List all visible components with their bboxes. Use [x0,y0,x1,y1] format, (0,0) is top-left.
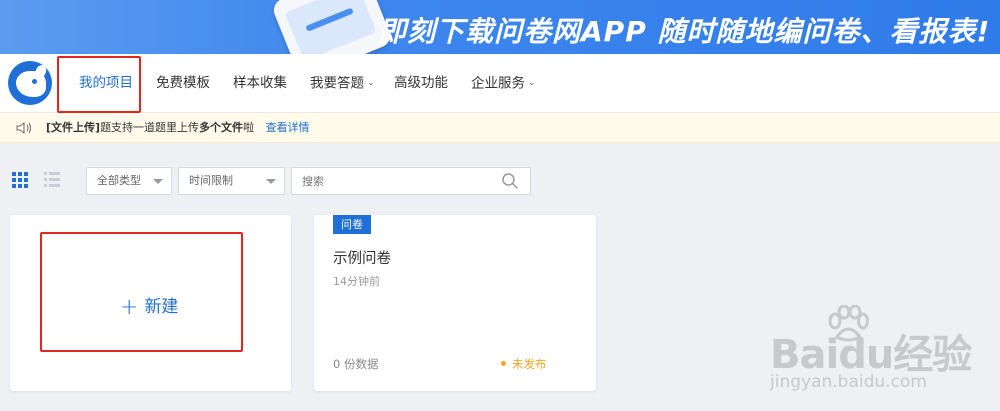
search-icon[interactable] [501,172,519,190]
notice-bar: [文件上传]题支持一道题里上传多个文件啦 查看详情 [0,113,1000,143]
notice-message: [文件上传]题支持一道题里上传多个文件啦 查看详情 [46,121,310,134]
nav-answer-surveys[interactable]: 我要答题 ⌄ [310,54,375,113]
nav-advanced-features[interactable]: 高级功能 [394,54,448,113]
search-input[interactable] [291,167,531,195]
time-filter-select[interactable]: 时间限制 [178,167,285,195]
caret-down-icon [266,179,276,184]
status-dot-icon [501,361,506,366]
speaker-icon [16,122,31,134]
nav-enterprise-services[interactable]: 企业服务 ⌄ [471,54,536,113]
type-filter-select[interactable]: 全部类型 [86,167,172,195]
project-status: 未发布 [512,357,547,371]
view-details-link[interactable]: 查看详情 [266,121,310,134]
top-navigation: 我的项目 免费模板 样本收集 我要答题 ⌄ 高级功能 企业服务 ⌄ [0,54,1000,113]
project-timestamp: 14分钟前 [333,275,380,288]
chevron-down-icon: ⌄ [528,78,536,88]
project-title[interactable]: 示例问卷 [333,247,391,268]
banner-text: 即刻下载问卷网APP 随时随地编问卷、看报表! [378,15,991,48]
nav-free-templates[interactable]: 免费模板 [156,54,210,113]
caret-down-icon [153,179,163,184]
grid-view-icon[interactable] [12,172,28,188]
project-response-count: 0 份数据 [333,357,379,371]
app-download-banner[interactable]: 即刻下载问卷网APP 随时随地编问卷、看报表! [0,0,1000,54]
new-project-button[interactable]: + 新建 [120,292,178,320]
logo[interactable] [8,61,52,105]
nav-sample-collection[interactable]: 样本收集 [233,54,287,113]
nav-my-projects[interactable]: 我的项目 [79,54,133,113]
chevron-down-icon: ⌄ [367,78,375,88]
phone-illustration [270,0,394,54]
plus-icon: + [120,295,139,320]
project-type-badge: 问卷 [333,215,371,234]
list-view-icon[interactable] [44,172,60,188]
watermark-url: jingyan.baidu.com [770,372,927,392]
